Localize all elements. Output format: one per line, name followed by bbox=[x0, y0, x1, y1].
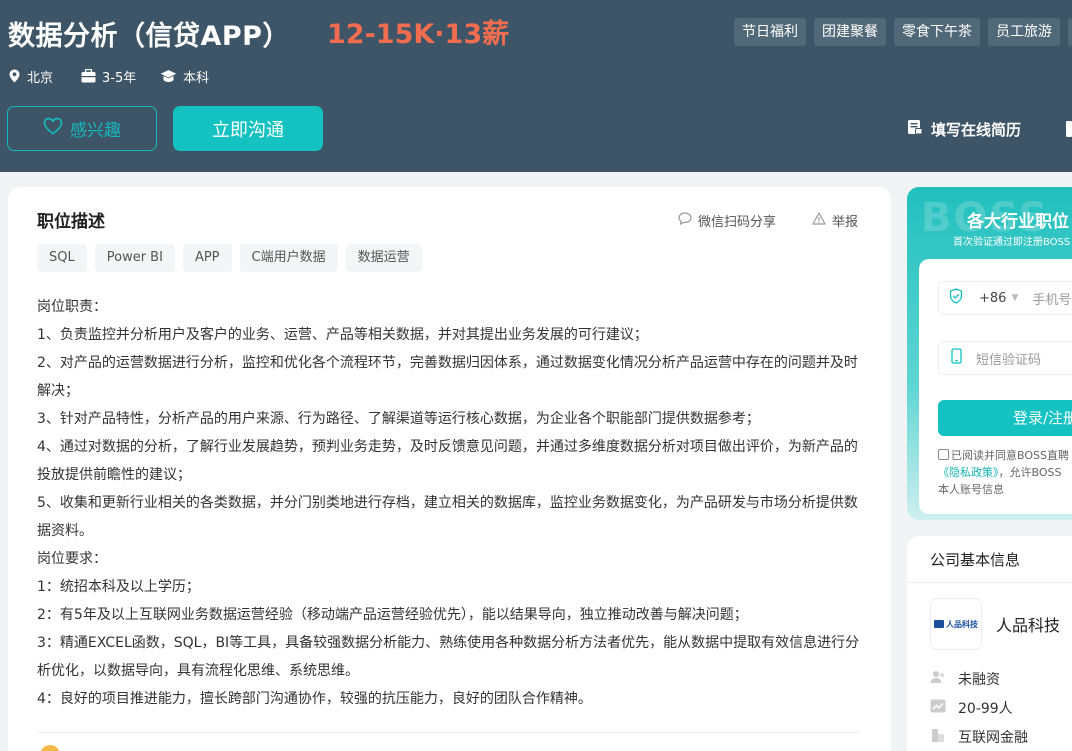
size-value: 20-99人 bbox=[958, 701, 1013, 717]
education-value: 本科 bbox=[183, 70, 210, 86]
agreement-checkbox[interactable] bbox=[938, 449, 949, 460]
chevron-down-icon: ▼ bbox=[1011, 293, 1019, 303]
building-icon bbox=[930, 728, 946, 746]
benefit-tag: 节日福利 bbox=[734, 18, 806, 46]
logo-mark-icon bbox=[934, 620, 944, 628]
job-experience: 3-5年 bbox=[81, 66, 136, 86]
job-header: 数据分析（信贷APP） 12-15K·13薪 节日福利 团建聚餐 零食下午茶 员… bbox=[0, 0, 1072, 172]
interest-label: 感兴趣 bbox=[70, 121, 121, 141]
heart-icon bbox=[43, 117, 63, 140]
login-promo-panel: BOSS 各大行业职位 首次验证通过即注册BOSS +86 ▼ 手机号 短信验证… bbox=[907, 187, 1072, 520]
online-resume-link[interactable]: 填写在线简历 bbox=[907, 118, 1021, 140]
benefit-tag-more bbox=[1068, 18, 1072, 46]
benefit-tag: 团建聚餐 bbox=[814, 18, 886, 46]
job-education: 本科 bbox=[160, 66, 209, 86]
company-industry: 互联网金融 bbox=[930, 727, 1028, 747]
login-form: +86 ▼ 手机号 短信验证码 登录/注册 已阅读并同意BOSS直聘 《隐私政策… bbox=[919, 259, 1072, 514]
skill-tags: SQL Power BI APP C端用户数据 数据运营 bbox=[37, 244, 422, 272]
interest-button[interactable]: 感兴趣 bbox=[7, 106, 157, 151]
job-city: 北京 bbox=[27, 70, 54, 86]
industry-value: 互联网金融 bbox=[958, 730, 1028, 746]
description-line: 2、对产品的运营数据进行分析，监控和优化各个流程环节，完善数据归因体系，通过数据… bbox=[37, 355, 858, 399]
agree-prefix: 已阅读并同意BOSS直聘 bbox=[951, 449, 1069, 462]
phone-input[interactable]: 手机号 bbox=[1032, 289, 1071, 308]
phone-icon bbox=[951, 348, 962, 368]
wechat-share-link[interactable]: 微信扫码分享 bbox=[678, 211, 776, 230]
company-name[interactable]: 人品科技 bbox=[996, 612, 1060, 636]
report-label: 举报 bbox=[832, 215, 859, 230]
company-section-title: 公司基本信息 bbox=[930, 551, 1021, 569]
skill-tag: 数据运营 bbox=[345, 244, 422, 272]
warning-icon bbox=[812, 212, 826, 229]
chat-now-button[interactable]: 立即沟通 bbox=[173, 106, 323, 151]
section-title: 职位描述 bbox=[37, 212, 105, 232]
privacy-policy-link[interactable]: 《隐私政策》 bbox=[938, 466, 999, 479]
description-line: 5、收集和更新行业相关的各类数据，并分门别类地进行存档，建立相关的数据库，监控业… bbox=[37, 495, 858, 539]
agreement-text: 已阅读并同意BOSS直聘 《隐私政策》，允许BOSS 本人账号信息 bbox=[938, 447, 1072, 498]
briefcase-icon bbox=[81, 69, 96, 83]
agree-suffix: 本人账号信息 bbox=[938, 483, 1004, 496]
description-line: 3：精通EXCEL函数，SQL，BI等工具，具备较强数据分析能力、熟练使用各种数… bbox=[37, 635, 860, 679]
job-location: 北京 bbox=[8, 66, 53, 86]
benefit-tag: 零食下午茶 bbox=[894, 18, 980, 46]
upload-resume-icon[interactable] bbox=[1066, 121, 1072, 137]
description-line: 岗位要求： bbox=[37, 551, 107, 567]
benefit-tag: 员工旅游 bbox=[988, 18, 1060, 46]
resume-icon bbox=[907, 119, 923, 139]
job-description-card: 职位描述 微信扫码分享 举报 SQL Power BI APP C端用户数据 数… bbox=[8, 187, 891, 751]
funding-value: 未融资 bbox=[958, 672, 1000, 688]
trend-chart-icon bbox=[930, 699, 946, 717]
phone-field[interactable]: +86 ▼ 手机号 bbox=[938, 281, 1072, 315]
resume-label: 填写在线简历 bbox=[931, 120, 1022, 139]
sms-code-field[interactable]: 短信验证码 bbox=[938, 341, 1072, 375]
experience-value: 3-5年 bbox=[102, 70, 137, 86]
person-icon bbox=[930, 670, 946, 688]
promo-title: 各大行业职位 bbox=[967, 212, 1069, 232]
description-line: 1、负责监控并分析用户及客户的业务、运营、产品等相关数据，并对其提出业务发展的可… bbox=[37, 327, 648, 343]
description-line: 4、通过对数据的分析，了解行业发展趋势，预判业务走势，及时反馈意见问题，并通过多… bbox=[37, 439, 858, 483]
country-code[interactable]: +86 bbox=[979, 291, 1006, 306]
section-icon bbox=[40, 745, 60, 751]
chat-bubble-icon bbox=[678, 212, 692, 229]
skill-tag: APP bbox=[182, 244, 232, 272]
location-pin-icon bbox=[8, 69, 21, 83]
report-link[interactable]: 举报 bbox=[812, 211, 858, 230]
share-label: 微信扫码分享 bbox=[698, 215, 777, 230]
skill-tag: Power BI bbox=[94, 244, 175, 272]
graduation-cap-icon bbox=[160, 69, 177, 83]
description-line: 3、针对产品特性，分析产品的用户来源、行为路径、了解渠道等运行核心数据，为企业各… bbox=[37, 411, 760, 427]
agree-middle: ，允许BOSS bbox=[998, 466, 1062, 479]
company-logo-text: 人品科技 bbox=[946, 619, 978, 629]
company-logo[interactable]: 人品科技 bbox=[930, 598, 982, 650]
job-description-text: 岗位职责： 1、负责监控并分析用户及客户的业务、运营、产品等相关数据，并对其提出… bbox=[37, 293, 863, 713]
promo-subtitle: 首次验证通过即注册BOSS bbox=[953, 237, 1071, 248]
skill-tag: SQL bbox=[37, 244, 87, 272]
skill-tag: C端用户数据 bbox=[239, 244, 338, 272]
section-divider bbox=[37, 732, 860, 733]
sms-code-input[interactable]: 短信验证码 bbox=[976, 349, 1041, 368]
job-title: 数据分析（信贷APP） bbox=[8, 21, 290, 52]
shield-icon bbox=[949, 288, 963, 308]
description-line: 2：有5年及以上互联网业务数据运营经验（移动端产品运营经验优先），能以结果导向，… bbox=[37, 607, 748, 623]
job-salary: 12-15K·13薪 bbox=[327, 19, 510, 50]
company-divider bbox=[907, 582, 1072, 583]
description-line: 4：良好的项目推进能力，擅长跨部门沟通协作，较强的抗压能力，良好的团队合作精神。 bbox=[37, 691, 592, 707]
company-info-card: 公司基本信息 人品科技 人品科技 未融资 20-99人 互联网金融 bbox=[907, 536, 1072, 751]
company-funding: 未融资 bbox=[930, 669, 1000, 689]
description-line: 1：统招本科及以上学历； bbox=[37, 579, 200, 595]
description-line: 岗位职责： bbox=[37, 299, 107, 315]
company-size: 20-99人 bbox=[930, 698, 1013, 718]
login-register-button[interactable]: 登录/注册 bbox=[938, 400, 1072, 436]
